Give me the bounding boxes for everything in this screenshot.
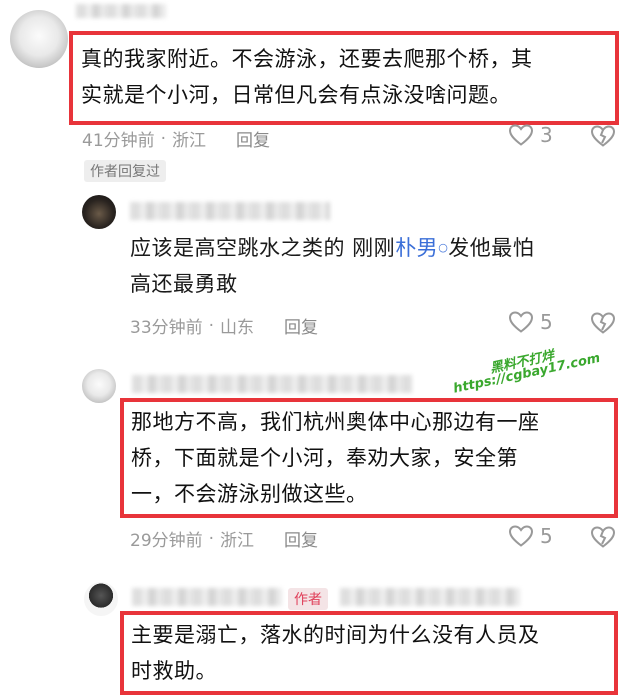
comment-text: 那地方不高，我们杭州奥体中心那边有一座 桥，下面就是个小河，奉劝大家，安全第 一… (131, 410, 540, 506)
commenter-name-blurred[interactable] (132, 375, 412, 393)
mention-link[interactable]: 朴男 (395, 236, 438, 260)
comment-meta: 33分钟前 · 山东 回复 (130, 313, 318, 339)
commenter-avatar[interactable] (82, 369, 116, 403)
like-count: 3 (540, 123, 553, 147)
commenter-avatar[interactable] (10, 10, 68, 68)
dislike-broken-heart-icon[interactable] (590, 124, 616, 148)
meta-separator: · (208, 315, 215, 336)
like-control[interactable]: 5 (508, 524, 553, 548)
heart-icon[interactable] (508, 524, 534, 548)
meta-separator: · (160, 128, 167, 149)
commenter-avatar[interactable] (82, 195, 116, 229)
like-count: 5 (540, 524, 553, 548)
commenter-avatar[interactable] (84, 582, 118, 616)
reply-button[interactable]: 回复 (236, 131, 270, 151)
comment-time: 41分钟前 (82, 131, 155, 151)
commenter-name-blurred[interactable] (132, 588, 282, 606)
dislike-broken-heart-icon[interactable] (590, 525, 616, 549)
comment-meta: 41分钟前 · 浙江 回复 (82, 126, 270, 152)
comment-meta: 29分钟前 · 浙江 回复 (130, 526, 318, 552)
reply-button[interactable]: 回复 (284, 318, 318, 338)
comment-location: 山东 (220, 318, 255, 338)
like-control[interactable]: 5 (508, 310, 553, 334)
commenter-name-blurred[interactable] (130, 202, 330, 220)
like-control[interactable]: 3 (508, 123, 553, 147)
author-replied-tag: 作者回复过 (84, 160, 166, 182)
author-badge: 作者 (288, 588, 328, 610)
reply-target-blurred (340, 588, 520, 606)
heart-icon[interactable] (508, 123, 534, 147)
comment-time: 33分钟前 (130, 318, 203, 338)
comment-location: 浙江 (172, 131, 207, 151)
search-icon: ○ (438, 241, 449, 254)
comment-text: 主要是溺亡，落水的时间为什么没有人员及 时救助。 (131, 623, 540, 683)
heart-icon[interactable] (508, 310, 534, 334)
comment-text: 真的我家附近。不会游泳，还要去爬那个桥，其 实就是个小河，日常但凡会有点泳没啥问… (81, 47, 533, 107)
meta-separator: · (208, 528, 215, 549)
reply-button[interactable]: 回复 (284, 531, 318, 551)
commenter-name-blurred[interactable] (76, 4, 166, 18)
dislike-broken-heart-icon[interactable] (590, 311, 616, 335)
comment-time: 29分钟前 (130, 531, 203, 551)
comment-location: 浙江 (220, 531, 255, 551)
like-count: 5 (540, 310, 553, 334)
comment-text: 应该是高空跳水之类的 刚刚朴男○发他最怕 高还最勇敢 (130, 236, 535, 296)
